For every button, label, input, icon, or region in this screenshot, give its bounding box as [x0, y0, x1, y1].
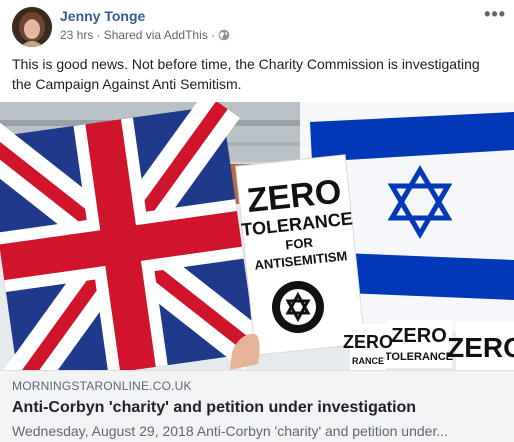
sign-right2-zero: ZERO	[447, 332, 514, 363]
post-message: This is good news. Not before time, the …	[12, 56, 480, 92]
sign-bottom-rance: RANCE	[352, 356, 384, 366]
post-meta: 23 hrs · Shared via AddThis ·	[60, 28, 230, 42]
facebook-post: Jenny Tonge 23 hrs · Shared via AddThis …	[0, 0, 514, 442]
globe-icon[interactable]	[218, 29, 230, 41]
campaign-logo	[272, 281, 324, 333]
avatar[interactable]	[12, 7, 52, 47]
sign-for: FOR	[285, 235, 314, 253]
link-domain: MORNINGSTARONLINE.CO.UK	[12, 379, 192, 393]
link-title[interactable]: Anti-Corbyn 'charity' and petition under…	[12, 399, 416, 417]
sign-bottom-zero: ZERO	[343, 332, 393, 352]
shared-via: · Shared via AddThis ·	[96, 28, 216, 42]
link-description: Wednesday, August 29, 2018 Anti-Corbyn '…	[12, 423, 448, 439]
link-preview-image[interactable]: ZERO TOLERANCE FOR ANTISEMITISM ZERO TOL…	[0, 102, 514, 370]
post-time[interactable]: 23 hrs	[60, 28, 93, 42]
link-preview[interactable]: MORNINGSTARONLINE.CO.UK Anti-Corbyn 'cha…	[0, 370, 514, 442]
sign-right1-tolerance: TOLERANCE	[385, 351, 453, 363]
sign-right1-zero: ZERO	[391, 325, 447, 347]
more-options-button[interactable]: •••	[484, 4, 506, 25]
author-name[interactable]: Jenny Tonge	[60, 8, 145, 24]
